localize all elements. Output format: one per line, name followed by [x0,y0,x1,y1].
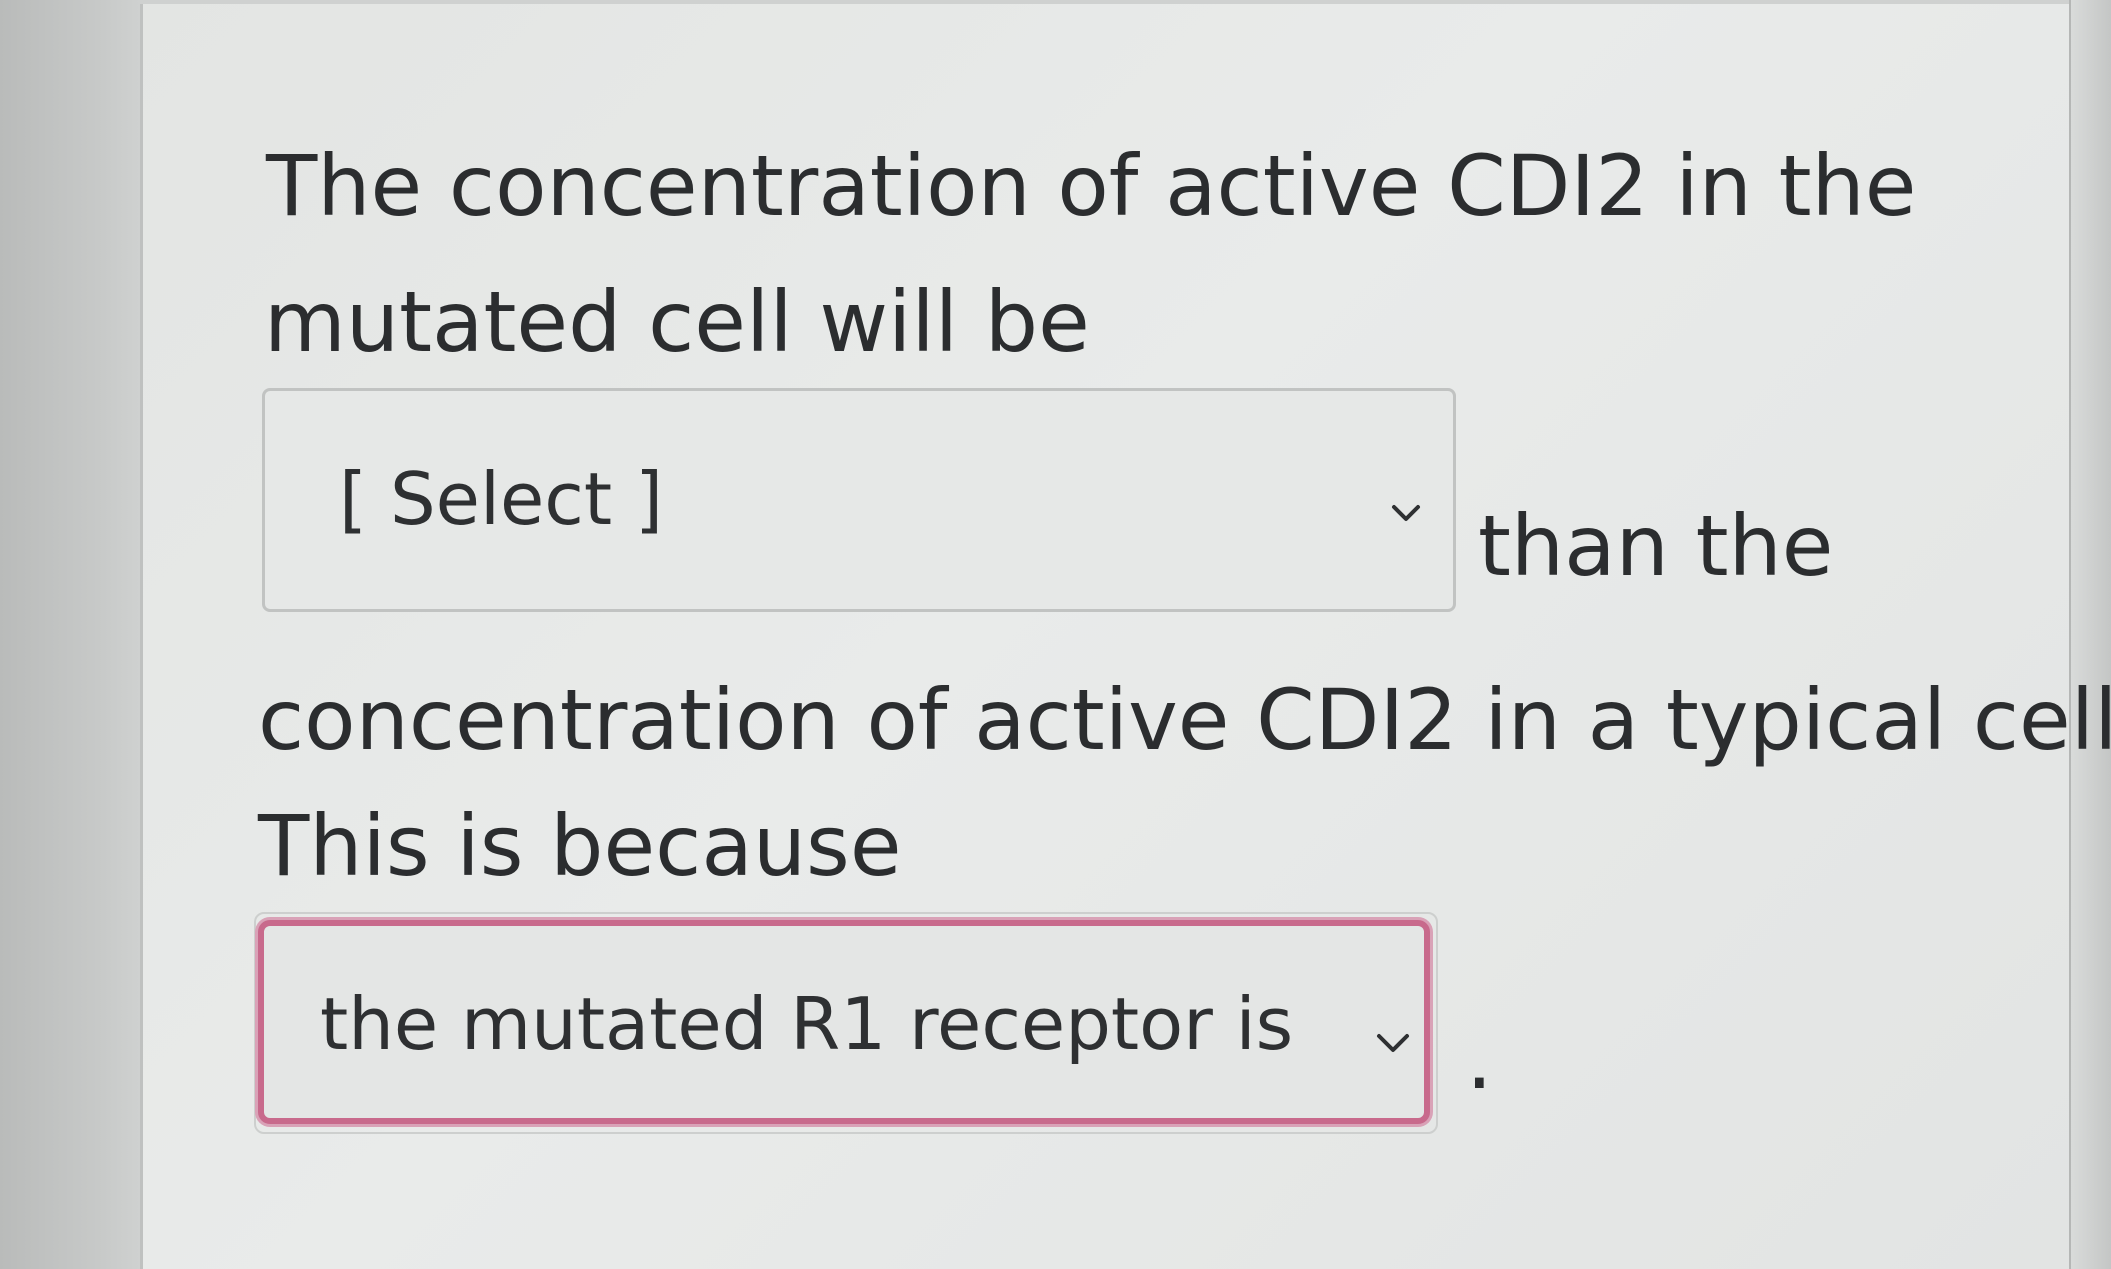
answer-select-1[interactable]: [ Select ] [262,388,1456,612]
chevron-down-icon [1376,1032,1410,1054]
sentence-period: . [1466,1010,1493,1108]
chevron-down-icon [1391,503,1421,523]
select-1-value: [ Select ] [339,457,664,541]
question-text-line-4: This is because [258,797,902,895]
question-text-line-2: mutated cell will be [264,273,1090,371]
question-text-after-select: than the [1478,497,1834,595]
screen-bezel [0,0,140,1269]
question-text-line-1: The concentration of active CDI2 in the [266,137,1917,235]
scrollbar-edge [2069,0,2111,1269]
question-text-line-3: concentration of active CDI2 in a typica… [258,671,2111,769]
select-2-value: the mutated R1 receptor is alv [320,982,1320,1066]
answer-select-2[interactable]: the mutated R1 receptor is alv [258,920,1430,1124]
panel-top-border [140,0,2069,4]
